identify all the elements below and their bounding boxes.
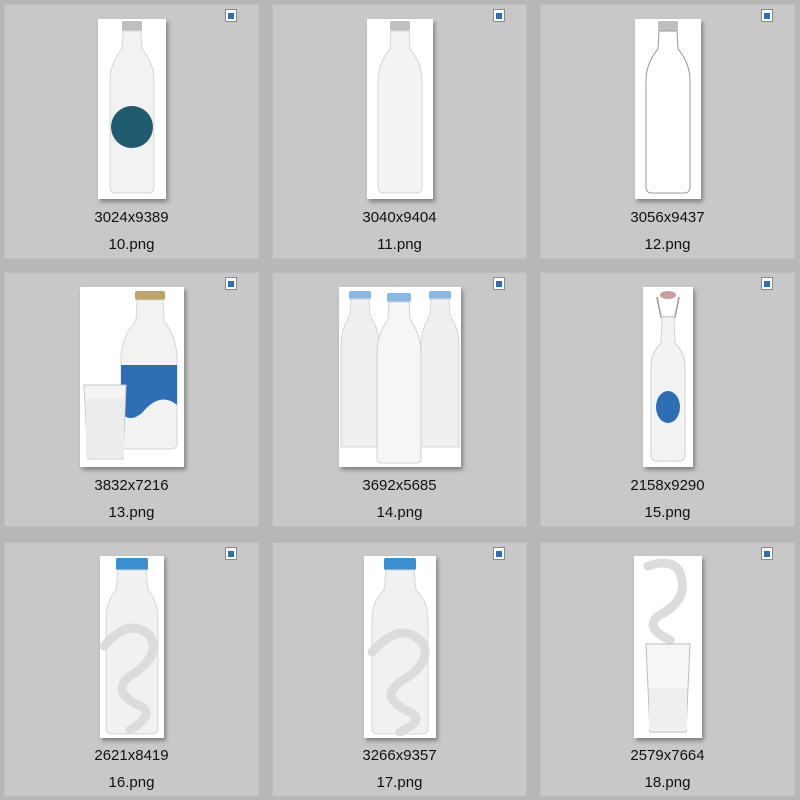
- thumbnail: [540, 542, 795, 752]
- image-file-icon: [761, 9, 773, 22]
- file-tile-18[interactable]: 2579x7664 18.png: [540, 542, 795, 797]
- file-tile-13[interactable]: 3832x7216 13.png: [4, 272, 259, 527]
- image-dimensions: 2579x7664: [630, 747, 705, 764]
- image-file-icon: [761, 277, 773, 290]
- image-file-icon: [761, 547, 773, 560]
- file-name: 11.png: [377, 236, 422, 253]
- image-dimensions: 3832x7216: [94, 477, 169, 494]
- file-tile-16[interactable]: 2621x8419 16.png: [4, 542, 259, 797]
- image-dimensions: 3040x9404: [362, 209, 437, 226]
- image-file-icon: [225, 547, 237, 560]
- thumbnail: [272, 542, 527, 752]
- thumbnail: [540, 4, 795, 214]
- image-file-icon: [225, 9, 237, 22]
- thumbnail: [272, 4, 527, 214]
- milk-bottle-image: [97, 19, 166, 199]
- image-dimensions: 3056x9437: [630, 209, 705, 226]
- file-name: 13.png: [108, 504, 155, 521]
- file-thumbnail-grid: 3024x9389 10.png 3040x9404 11.png 3056x9…: [0, 0, 800, 800]
- milk-bottle-image: [366, 19, 433, 199]
- file-name: 16.png: [108, 774, 155, 791]
- image-dimensions: 3266x9357: [362, 747, 437, 764]
- file-tile-15[interactable]: 2158x9290 15.png: [540, 272, 795, 527]
- file-name: 18.png: [644, 774, 691, 791]
- file-name: 15.png: [644, 504, 691, 521]
- thumbnail: [4, 4, 259, 214]
- file-tile-11[interactable]: 3040x9404 11.png: [272, 4, 527, 259]
- three-milk-bottles-image: [338, 287, 461, 467]
- file-tile-10[interactable]: 3024x9389 10.png: [4, 4, 259, 259]
- file-tile-14[interactable]: 3692x5685 14.png: [272, 272, 527, 527]
- thumbnail: [4, 542, 259, 752]
- glass-bottle-image: [634, 19, 701, 199]
- milk-splash-glass-image: [633, 556, 702, 738]
- image-file-icon: [493, 547, 505, 560]
- image-dimensions: 3024x9389: [94, 209, 169, 226]
- image-dimensions: 2158x9290: [630, 477, 705, 494]
- milk-bottle-and-glass-image: [79, 287, 184, 467]
- image-dimensions: 3692x5685: [362, 477, 437, 494]
- image-dimensions: 2621x8419: [94, 747, 169, 764]
- image-file-icon: [493, 277, 505, 290]
- file-tile-17[interactable]: 3266x9357 17.png: [272, 542, 527, 797]
- file-tile-12[interactable]: 3056x9437 12.png: [540, 4, 795, 259]
- file-name: 14.png: [376, 504, 423, 521]
- thumbnail: [540, 272, 795, 482]
- thumbnail: [272, 272, 527, 482]
- file-name: 10.png: [108, 236, 155, 253]
- file-name: 12.png: [644, 236, 691, 253]
- milk-splash-bottle-image: [363, 556, 436, 738]
- milk-splash-bottle-image: [99, 556, 164, 738]
- file-name: 17.png: [376, 774, 423, 791]
- thumbnail: [4, 272, 259, 482]
- image-file-icon: [225, 277, 237, 290]
- image-file-icon: [493, 9, 505, 22]
- swing-top-bottle-image: [642, 287, 693, 467]
